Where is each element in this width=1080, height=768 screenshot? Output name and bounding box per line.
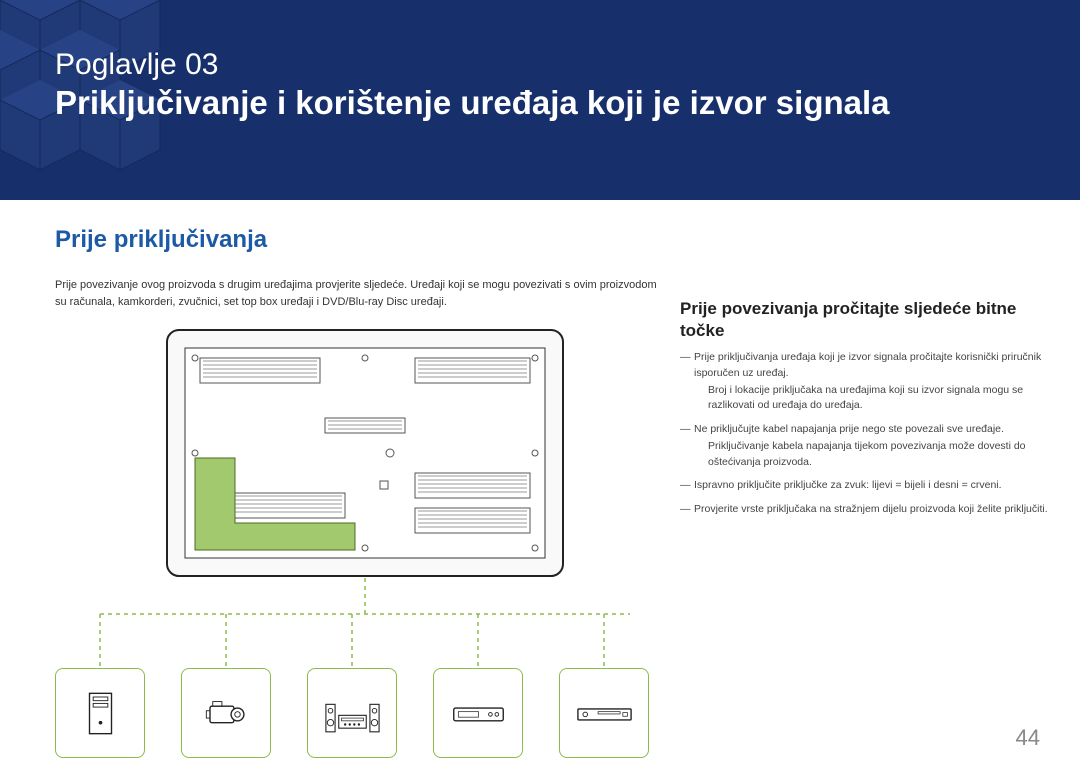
list-item-text: Provjerite vrste priključaka na stražnje… <box>694 503 1048 515</box>
display-rear-illustration <box>165 328 565 578</box>
pre-connection-heading: Prije povezivanja pročitajte sljedeće bi… <box>680 298 1050 342</box>
list-item-sub: Priključivanje kabela napajanja tijekom … <box>694 439 1050 471</box>
pre-connection-list: ― Prije priključivanja uređaja koji je i… <box>680 350 1050 526</box>
chapter-header: Poglavlje 03 Priključivanje i korištenje… <box>0 0 1080 200</box>
intro-paragraph: Prije povezivanje ovog proizvoda s drugi… <box>55 277 665 310</box>
list-item-text: Prije priključivanja uređaja koji je izv… <box>694 351 1041 379</box>
connection-diagram <box>55 328 665 768</box>
page-number: 44 <box>1016 725 1040 751</box>
chapter-label: Poglavlje 03 <box>55 48 890 82</box>
list-item: ― Ispravno priključite priključke za zvu… <box>680 478 1050 494</box>
chapter-title: Priključivanje i korištenje uređaja koji… <box>55 84 890 122</box>
list-item: ― Ne priključujte kabel napajanja prije … <box>680 422 1050 470</box>
dash-icon: ― <box>680 478 691 494</box>
list-item: ― Prije priključivanja uređaja koji je i… <box>680 350 1050 414</box>
dash-icon: ― <box>680 502 691 518</box>
list-item-text: Ne priključujte kabel napajanja prije ne… <box>694 423 1004 435</box>
connector-lines <box>55 578 665 668</box>
device-home-theater <box>307 668 397 758</box>
dash-icon: ― <box>680 422 691 438</box>
list-item-sub: Broj i lokacije priključaka na uređajima… <box>694 383 1050 415</box>
device-bluray-player <box>559 668 649 758</box>
device-camcorder <box>181 668 271 758</box>
dash-icon: ― <box>680 350 691 366</box>
section-title: Prije priključivanja <box>55 226 267 254</box>
list-item: ― Provjerite vrste priključaka na stražn… <box>680 502 1050 518</box>
device-pc-tower <box>55 668 145 758</box>
device-settop-box <box>433 668 523 758</box>
list-item-text: Ispravno priključite priključke za zvuk:… <box>694 479 1002 491</box>
